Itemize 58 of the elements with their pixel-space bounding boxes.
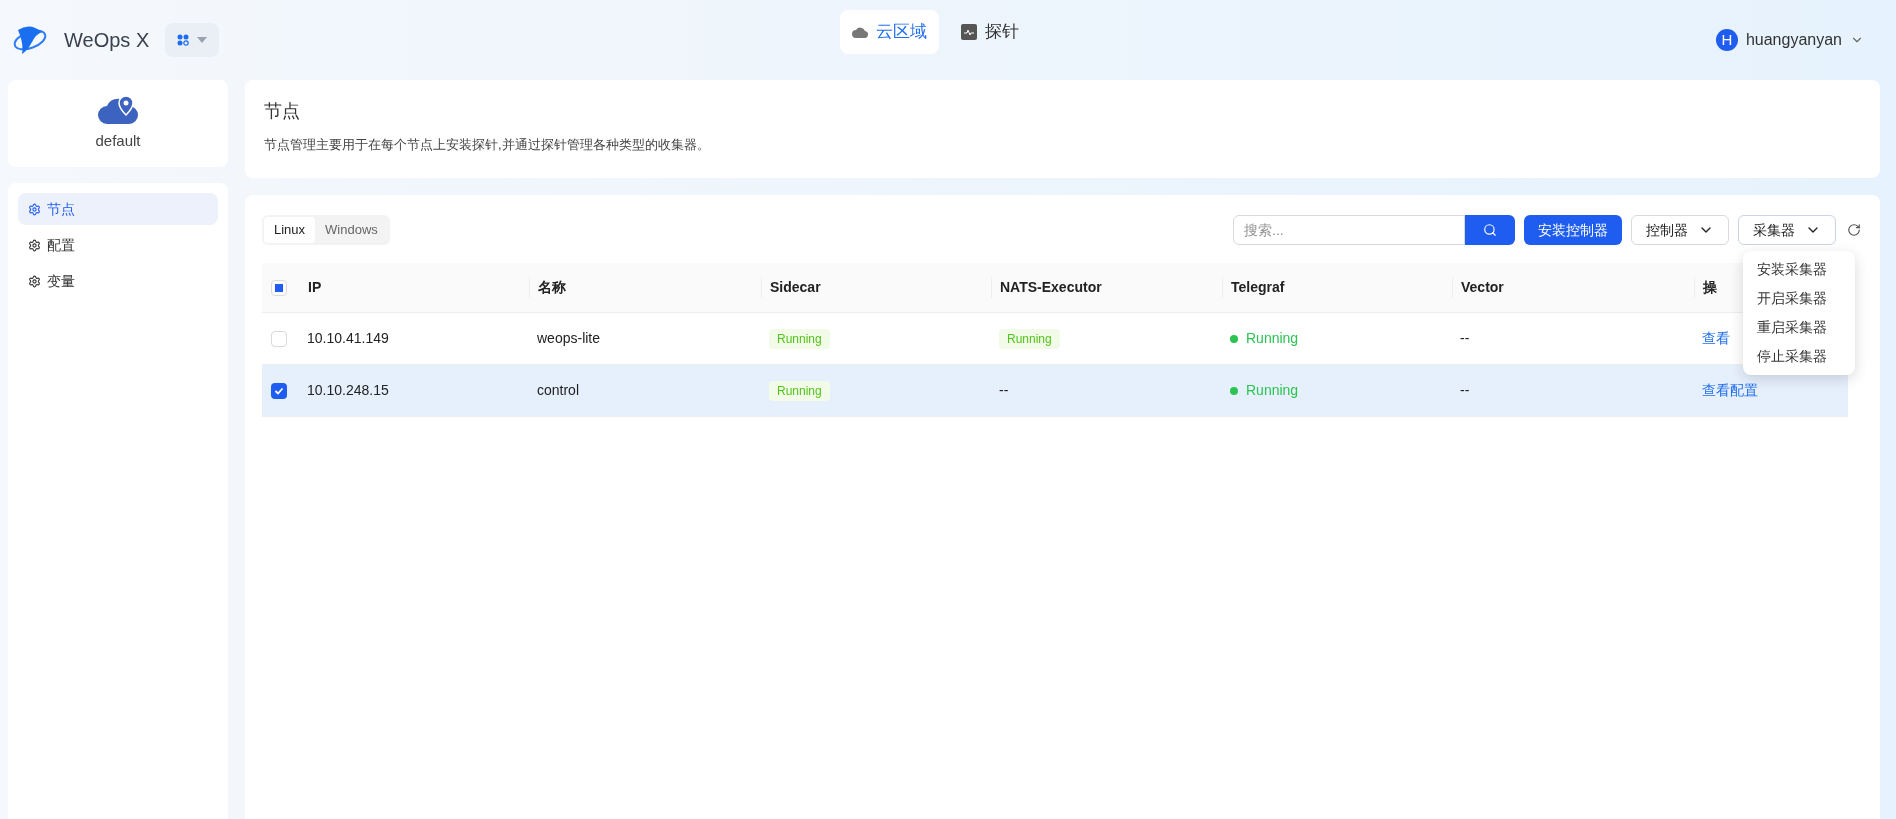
checkbox[interactable] <box>271 279 287 296</box>
column-header: NATS-Executor <box>1000 279 1102 295</box>
column-header: IP <box>308 279 322 295</box>
table-cell: -- <box>1460 382 1470 398</box>
column-header: 操 <box>1703 279 1717 295</box>
table-cell: weops-lite <box>537 330 601 346</box>
gear-icon <box>28 238 41 252</box>
app-switcher-button[interactable] <box>165 23 220 57</box>
status-tag: Running <box>999 329 1060 349</box>
column-header: Vector <box>1461 279 1504 295</box>
column-header: 名称 <box>538 279 566 295</box>
nav-tab[interactable]: 探针 <box>949 10 1031 54</box>
os-tab[interactable]: Linux <box>264 217 316 243</box>
status-tag: Running <box>769 381 830 401</box>
search-field[interactable]: 搜索... <box>1233 215 1465 245</box>
table-cell: control <box>537 382 580 398</box>
status-tag: Running <box>769 329 830 349</box>
cloud-icon <box>852 26 868 38</box>
install-controller-button[interactable]: 安装控制器 <box>1524 215 1622 245</box>
menu-item[interactable]: 重启采集器 <box>1743 313 1855 342</box>
cloud-name: default <box>95 131 141 152</box>
menu-item[interactable]: 停止采集器 <box>1743 342 1855 371</box>
column-header: Sidecar <box>770 279 821 295</box>
column-header: Telegraf <box>1231 279 1285 295</box>
sidebar-item[interactable]: 配置 <box>18 229 218 261</box>
status-text: Running <box>1246 381 1299 400</box>
menu-item[interactable]: 安装采集器 <box>1743 255 1855 284</box>
controller-dropdown-button[interactable]: 控制器 <box>1631 215 1729 245</box>
page-title: 节点 <box>264 100 301 123</box>
cloud-location-icon <box>97 94 139 127</box>
app-title: WeOps X <box>64 28 150 53</box>
gear-icon <box>28 274 41 288</box>
nav-tab[interactable]: 云区域 <box>840 10 939 54</box>
page-description: 节点管理主要用于在每个节点上安装探针,并通过探针管理各种类型的收集器。 <box>264 136 711 154</box>
user-name[interactable]: huangyanyan <box>1745 28 1842 52</box>
table-cell: -- <box>1460 330 1470 346</box>
monitor-icon <box>961 24 977 40</box>
search-button[interactable] <box>1465 215 1515 245</box>
status-text: Running <box>1246 329 1299 348</box>
sidebar-item[interactable]: 变量 <box>18 265 218 297</box>
checkbox[interactable] <box>271 330 287 347</box>
checkmark-icon <box>274 385 284 396</box>
view-config-link[interactable]: 查看配置 <box>1702 382 1758 398</box>
refresh-icon[interactable] <box>1847 223 1861 237</box>
os-tab[interactable]: Windows <box>315 217 388 243</box>
table-cell: 10.10.248.15 <box>307 382 389 398</box>
apps-icon <box>177 34 190 46</box>
menu-item[interactable]: 开启采集器 <box>1743 284 1855 313</box>
sidebar-item[interactable]: 节点 <box>18 193 218 225</box>
user-avatar: H <box>1715 29 1738 51</box>
gear-icon <box>28 202 41 216</box>
view-config-link[interactable]: 查看 <box>1702 330 1730 346</box>
table-cell: 10.10.41.149 <box>307 330 389 346</box>
search-icon <box>1483 223 1497 237</box>
collector-dropdown-button[interactable]: 采集器 <box>1738 215 1836 245</box>
checkbox[interactable] <box>271 382 287 399</box>
caret-icon <box>197 37 208 43</box>
table-cell: -- <box>999 382 1009 398</box>
